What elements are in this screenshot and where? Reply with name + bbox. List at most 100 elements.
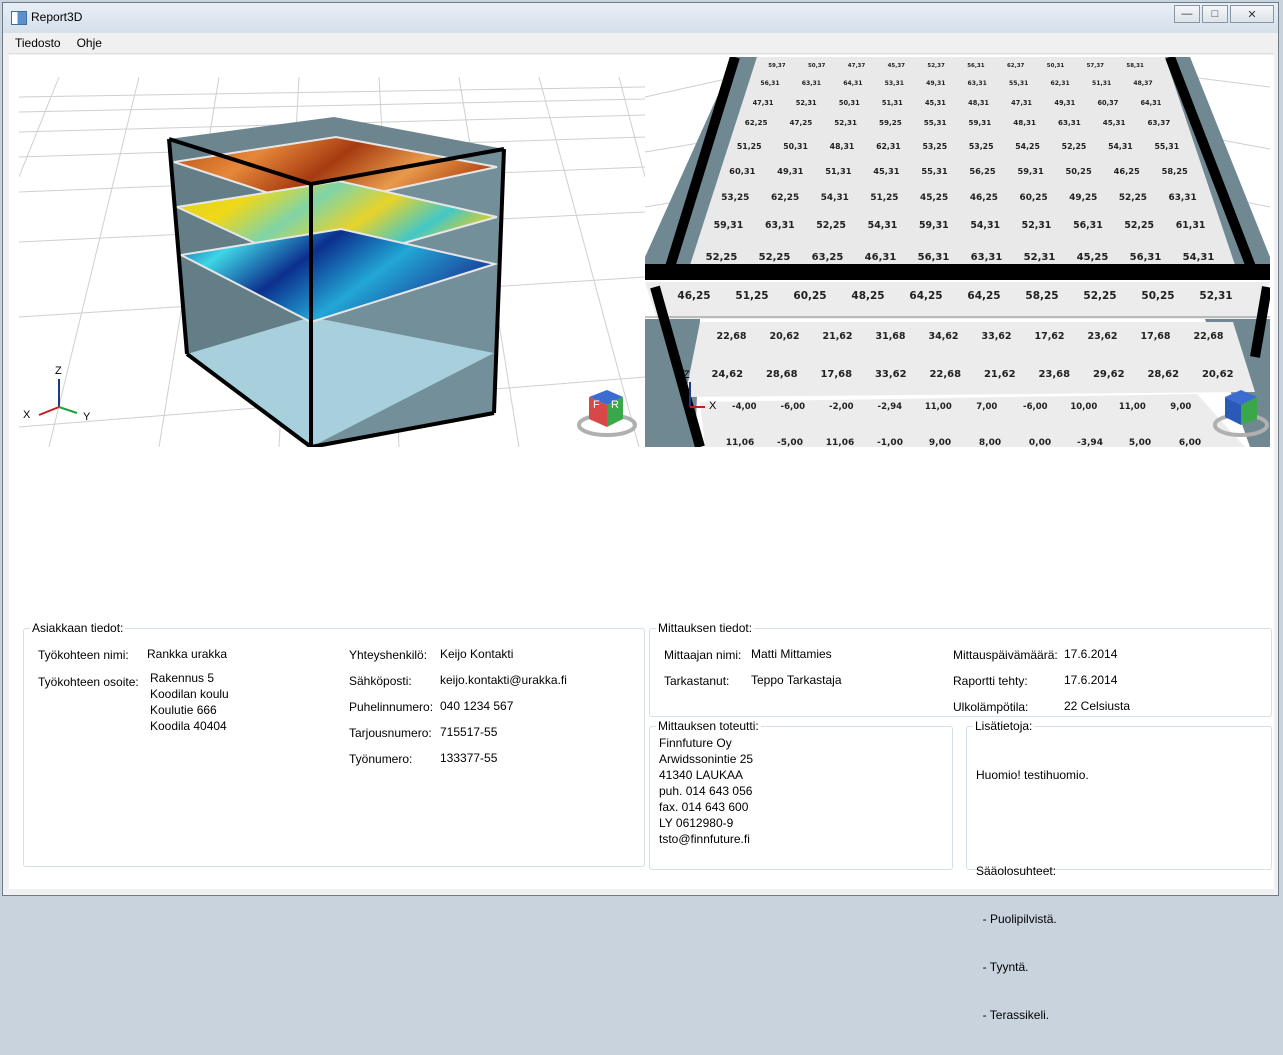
app-icon [11,11,27,25]
value-cell: 59,31 [969,118,992,127]
value-cell: 62,31 [1050,80,1069,87]
tyonumero-value: 133377-55 [440,751,498,765]
value-cell: 52,25 [1124,220,1154,231]
toteutti-group: Mittauksen toteutti: Finnfuture Oy Arwid… [649,719,953,870]
value-cell: 52,31 [834,118,857,127]
value-cell: 20,62 [769,331,799,342]
value-cell: 64,25 [909,290,942,302]
value-cell: 64,31 [843,80,862,87]
view-cube-face-f: F [593,399,600,411]
value-cell: 63,31 [1169,193,1197,203]
maximize-button[interactable]: □ [1202,5,1228,23]
value-cell: 29,62 [1093,369,1125,380]
value-cell: 59,37 [768,63,786,69]
value-cell: 52,25 [1119,193,1147,203]
value-cell: 63,31 [968,80,987,87]
value-cell: 52,25 [1083,290,1116,302]
value-cell: 23,68 [1038,369,1070,380]
value-cell: 47,31 [753,99,774,107]
value-cell: 60,31 [729,166,755,176]
value-cell: 46,25 [970,193,998,203]
mittaaja-label: Mittaajan nimi: [664,648,742,662]
value-cell: 46,25 [1114,166,1140,176]
value-cell: 17,68 [1140,331,1170,342]
value-cell: -4,00 [732,402,757,412]
value-cell: 20,62 [1202,369,1234,380]
value-cell: 33,62 [875,369,907,380]
ulkolampo-value: 22 Celsiusta [1064,699,1131,713]
lisatietoja-line: - Puolipilvistä. [976,912,1057,926]
value-cell: 59,25 [879,118,902,127]
lisatietoja-legend: Lisätietoja: [975,719,1033,733]
value-cell: 55,31 [1154,142,1179,151]
menu-bar: Tiedosto Ohje [7,33,1274,54]
tarkastanut-label: Tarkastanut: [664,674,730,688]
value-cell: -2,00 [829,402,854,412]
value-cell: 63,31 [1058,118,1081,127]
value-cell: 48,25 [851,290,884,302]
left-3d-scene [19,57,645,447]
tyokohde-nimi-value: Rankka urakka [147,647,228,661]
mittaus-legend: Mittauksen tiedot: [658,621,753,635]
value-cell: 52,37 [927,63,945,69]
puhelin-value: 040 1234 567 [440,699,514,713]
menu-ohje[interactable]: Ohje [69,36,110,50]
lisatietoja-line: Huomio! testihuomio. [976,768,1089,782]
value-cell: 63,31 [802,80,821,87]
value-cell: 62,37 [1007,63,1025,69]
toteutti-line: Finnfuture Oy [659,736,732,750]
value-cell: 56,31 [918,252,950,263]
value-cell: 17,68 [820,369,852,380]
close-button[interactable]: ✕ [1230,5,1274,23]
tarkastanut-value: Teppo Tarkastaja [751,673,842,687]
value-cell: 54,31 [970,220,1000,231]
value-cell: 51,25 [735,290,768,302]
tyonumero-label: Työnumero: [349,752,413,766]
left-3d-viewport[interactable]: Z X Y F R [19,57,645,447]
right-3d-viewport[interactable]: 59,37 50,37 47,37 45,37 52,37 56,31 62,37 50,31… [645,57,1270,447]
value-cell: 63,37 [1148,118,1171,127]
value-cell: 47,25 [790,118,813,127]
value-cell: 7,00 [976,402,997,412]
sahkoposti-label: Sähköposti: [349,674,412,688]
value-cell: 62,31 [876,142,901,151]
value-cell: 22,68 [716,331,746,342]
minimize-button[interactable]: — [1174,5,1200,23]
value-cell: 47,37 [848,63,866,69]
osoite-line: Koodilan koulu [150,687,229,701]
value-cell: 21,62 [984,369,1016,380]
mittaus-group: Mittauksen tiedot: Mittaajan nimi: Matti… [649,621,1272,717]
toteutti-line: LY 0612980-9 [659,816,734,830]
value-cell: 49,31 [1054,99,1075,107]
value-cell: 9,00 [929,438,951,447]
toteutti-line: Arwidssonintie 25 [659,752,754,766]
value-cell: 49,25 [1069,193,1097,203]
value-cell: 45,31 [925,99,946,107]
value-cell: 53,25 [922,142,947,151]
value-cell: 46,25 [677,290,710,302]
window-title: Report3D [31,10,83,24]
menu-tiedosto[interactable]: Tiedosto [7,36,69,50]
value-cell: 21,62 [822,331,852,342]
toteutti-line: puh. 014 643 056 [659,784,753,798]
value-cell: 63,31 [765,220,795,231]
value-cell: 55,31 [921,166,947,176]
lisatietoja-line: Sääolosuhteet: [976,864,1057,878]
value-cell: 52,31 [796,99,817,107]
value-cell: 6,00 [1179,438,1201,447]
raportti-label: Raportti tehty: [953,674,1028,688]
yhteyshenkilo-label: Yhteyshenkilö: [349,648,428,662]
title-bar[interactable]: Report3D — □ ✕ [3,3,1278,33]
value-cell: 34,62 [928,331,958,342]
value-cell: 0,00 [1029,438,1051,447]
value-cell: 59,31 [1017,166,1043,176]
sahkoposti-value: keijo.kontakti@urakka.fi [440,673,567,687]
tarjous-label: Tarjousnumero: [349,726,432,740]
value-cell: 53,25 [721,193,749,203]
axis-x-label: X [23,409,31,421]
value-cell: 60,37 [1097,99,1118,107]
client-area: Z X Y F R 59,37 50,37 47,37 45,37 52,37 … [9,55,1274,1022]
value-cell: 17,62 [1034,331,1064,342]
toteutti-line: fax. 014 643 600 [659,800,749,814]
value-cell: 24,62 [711,369,743,380]
